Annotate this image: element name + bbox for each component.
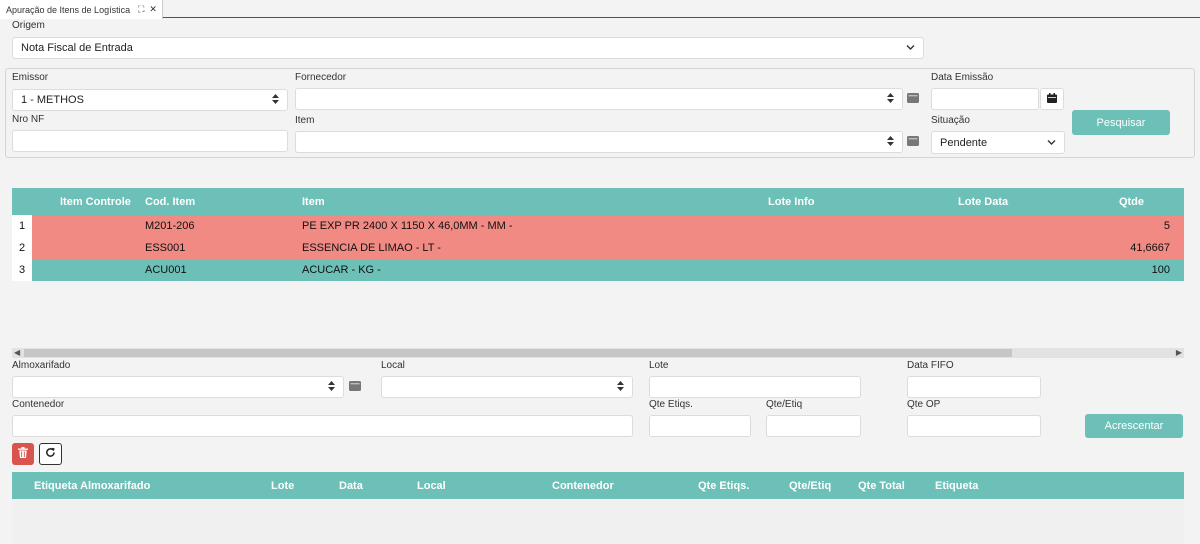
col-qtde[interactable]: Qtde: [1119, 196, 1144, 208]
emissor-value: 1 - METHOS: [21, 94, 84, 106]
col-cod-item[interactable]: Cod. Item: [145, 196, 195, 208]
col-lote-data[interactable]: Lote Data: [958, 196, 1008, 208]
lote-label: Lote: [649, 360, 669, 371]
situacao-value: Pendente: [940, 136, 988, 149]
maximize-icon[interactable]: ⛶: [138, 4, 144, 15]
close-icon[interactable]: ✕: [149, 4, 157, 15]
fornecedor-select[interactable]: [295, 88, 903, 110]
local-select[interactable]: [381, 376, 633, 398]
qte-etiq-input[interactable]: [766, 415, 861, 437]
origem-value: Nota Fiscal de Entrada: [21, 42, 133, 54]
items-table-header: Item Controle Cod. Item Item Lote Info L…: [12, 188, 1184, 215]
chevron-down-icon: [906, 44, 915, 53]
qte-etiqs-label: Qte Etiqs.: [649, 399, 693, 410]
row-number: 1: [12, 215, 32, 237]
fornecedor-label: Fornecedor: [295, 72, 347, 83]
situacao-select[interactable]: Pendente: [931, 131, 1065, 154]
nro-nf-label: Nro NF: [12, 114, 45, 125]
data-emissao-input[interactable]: [931, 88, 1039, 110]
col-contenedor[interactable]: Contenedor: [552, 480, 614, 492]
delete-button[interactable]: [12, 443, 34, 465]
cell-qtde: 41,6667: [1130, 242, 1170, 254]
chevron-down-icon: [1047, 138, 1056, 147]
cell-item: PE EXP PR 2400 X 1150 X 46,0MM - MM -: [302, 220, 513, 232]
horizontal-scrollbar[interactable]: ◀ ▶: [12, 348, 1184, 358]
col-qte-etiq[interactable]: Qte/Etiq: [789, 480, 831, 492]
search-button[interactable]: Pesquisar: [1072, 110, 1170, 135]
items-table: Item Controle Cod. Item Item Lote Info L…: [12, 188, 1184, 348]
cell-item: ACUCAR - KG -: [302, 264, 381, 276]
local-label: Local: [381, 360, 405, 371]
fornecedor-lookup-icon[interactable]: [907, 93, 921, 105]
refresh-icon: [45, 447, 56, 461]
col-qte-etiqs[interactable]: Qte Etiqs.: [698, 480, 749, 492]
contenedor-label: Contenedor: [12, 399, 65, 410]
tab-apuracao[interactable]: Apuração de Itens de Logística ⛶ ✕: [0, 0, 163, 19]
tab-bar: Apuração de Itens de Logística ⛶ ✕: [0, 0, 1200, 19]
col-item-controle[interactable]: Item Controle: [60, 196, 131, 208]
calendar-button[interactable]: [1040, 88, 1064, 110]
tab-title: Apuração de Itens de Logística: [6, 4, 131, 15]
emissor-select[interactable]: 1 - METHOS: [12, 89, 288, 111]
col-data[interactable]: Data: [339, 480, 363, 492]
col-lote-info[interactable]: Lote Info: [768, 196, 814, 208]
almoxarifado-lookup-icon[interactable]: [349, 381, 363, 393]
qte-etiqs-input[interactable]: [649, 415, 751, 437]
add-button[interactable]: Acrescentar: [1085, 414, 1183, 438]
data-fifo-input[interactable]: [907, 376, 1041, 398]
labels-table: Etiqueta Almoxarifado Lote Data Local Co…: [12, 472, 1184, 544]
qte-etiq-label: Qte/Etiq: [766, 399, 803, 410]
table-row[interactable]: 2 ESS001 ESSENCIA DE LIMAO - LT - 41,6667: [12, 237, 1184, 259]
cell-qtde: 100: [1151, 264, 1170, 276]
data-fifo-label: Data FIFO: [907, 360, 954, 371]
lote-input[interactable]: [649, 376, 861, 398]
emissor-label: Emissor: [12, 72, 49, 83]
scroll-right-icon[interactable]: ▶: [1176, 348, 1182, 358]
sort-arrows-icon: [272, 94, 279, 106]
col-etiqueta[interactable]: Etiqueta: [935, 480, 978, 492]
cell-cod-item: ESS001: [145, 242, 186, 254]
item-label: Item: [295, 115, 315, 126]
sort-arrows-icon: [887, 93, 894, 105]
col-qte-total[interactable]: Qte Total: [858, 480, 905, 492]
labels-table-header: Etiqueta Almoxarifado Lote Data Local Co…: [12, 472, 1184, 499]
col-local[interactable]: Local: [417, 480, 446, 492]
refresh-button[interactable]: [39, 443, 62, 465]
sort-arrows-icon: [887, 136, 894, 148]
scroll-left-icon[interactable]: ◀: [14, 348, 20, 358]
qte-op-input[interactable]: [907, 415, 1041, 437]
cell-cod-item: ACU001: [145, 264, 187, 276]
cell-qtde: 5: [1163, 220, 1170, 232]
data-emissao-label: Data Emissão: [931, 72, 994, 83]
sort-arrows-icon: [617, 381, 624, 393]
almoxarifado-select[interactable]: [12, 376, 344, 398]
row-number: 3: [12, 259, 32, 281]
qte-op-label: Qte OP: [907, 399, 941, 410]
origem-label: Origem: [12, 20, 45, 31]
contenedor-input[interactable]: [12, 415, 633, 437]
almoxarifado-label: Almoxarifado: [12, 360, 71, 371]
scrollbar-thumb[interactable]: [24, 349, 1012, 357]
labels-table-body: [12, 499, 1184, 544]
calendar-icon: [1047, 92, 1057, 106]
item-select[interactable]: [295, 131, 903, 153]
cell-cod-item: M201-206: [145, 220, 195, 232]
row-number: 2: [12, 237, 32, 259]
situacao-label: Situação: [931, 115, 970, 126]
col-lote[interactable]: Lote: [271, 480, 294, 492]
cell-item: ESSENCIA DE LIMAO - LT -: [302, 242, 441, 254]
table-row[interactable]: 3 ACU001 ACUCAR - KG - 100: [12, 259, 1184, 281]
col-etiqueta-almoxarifado[interactable]: Etiqueta Almoxarifado: [34, 480, 150, 492]
origem-select[interactable]: Nota Fiscal de Entrada: [12, 37, 924, 59]
trash-icon: [18, 447, 28, 461]
nro-nf-input[interactable]: [12, 130, 288, 152]
col-item[interactable]: Item: [302, 196, 325, 208]
sort-arrows-icon: [328, 381, 335, 393]
item-lookup-icon[interactable]: [907, 136, 921, 148]
table-row[interactable]: 1 M201-206 PE EXP PR 2400 X 1150 X 46,0MM …: [12, 215, 1184, 237]
